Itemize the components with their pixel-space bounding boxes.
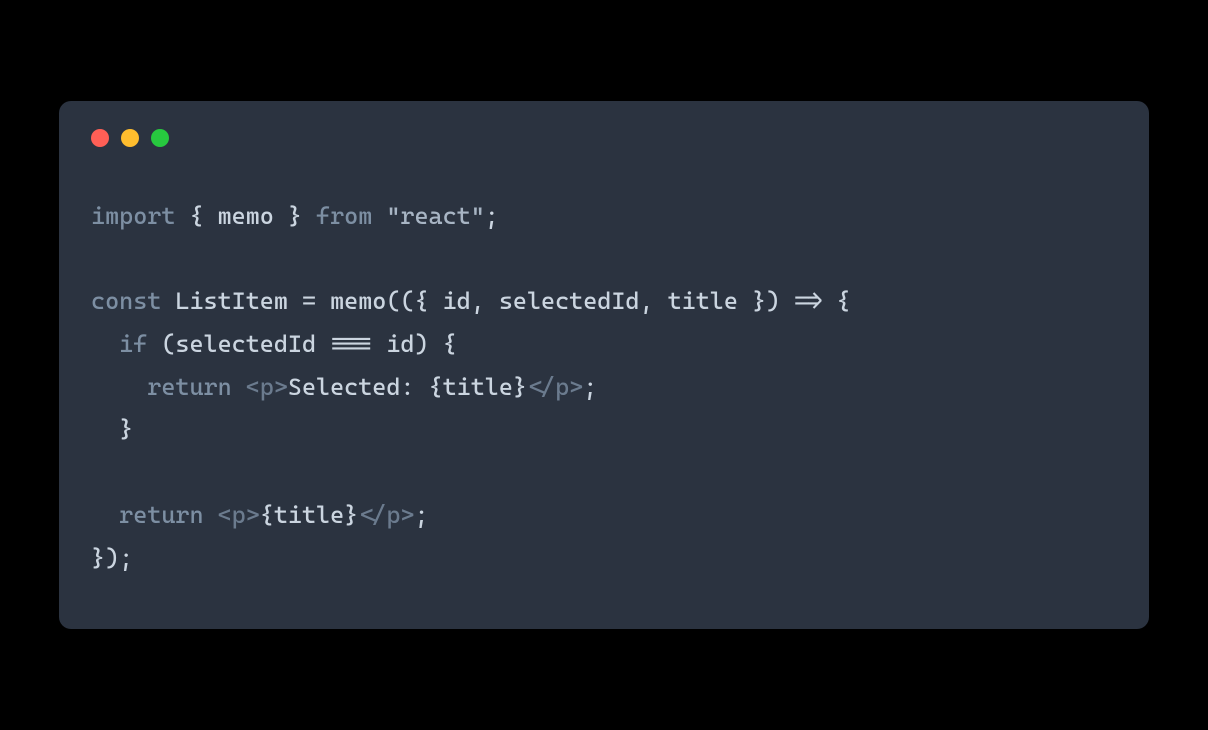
keyword-return: return (147, 373, 231, 401)
code-line-5: return <p>Selected: {title}</p>; (91, 373, 597, 401)
code-block: import { memo } from "react"; const List… (59, 195, 1149, 579)
code-line-4: if (selectedId === id) { (91, 330, 457, 358)
string-literal: "react" (386, 202, 484, 230)
arrow-operator: => (794, 287, 822, 315)
keyword-if: if (119, 330, 147, 358)
code-line-1: import { memo } from "react"; (91, 202, 499, 230)
code-line-6: } (91, 415, 133, 443)
keyword-import: import (91, 202, 175, 230)
minimize-icon[interactable] (121, 129, 139, 147)
jsx-tag-p: p (232, 501, 246, 529)
code-line-8: return <p>{title}</p>; (91, 501, 429, 529)
keyword-from: from (316, 202, 372, 230)
keyword-const: const (91, 287, 161, 315)
keyword-return: return (119, 501, 203, 529)
window-controls (59, 129, 1149, 147)
code-line-9: }); (91, 544, 133, 572)
close-icon[interactable] (91, 129, 109, 147)
code-line-3: const ListItem = memo(({ id, selectedId,… (91, 287, 850, 315)
maximize-icon[interactable] (151, 129, 169, 147)
code-window: import { memo } from "react"; const List… (59, 101, 1149, 629)
equality-operator: === (330, 330, 372, 358)
jsx-tag-p: p (260, 373, 274, 401)
